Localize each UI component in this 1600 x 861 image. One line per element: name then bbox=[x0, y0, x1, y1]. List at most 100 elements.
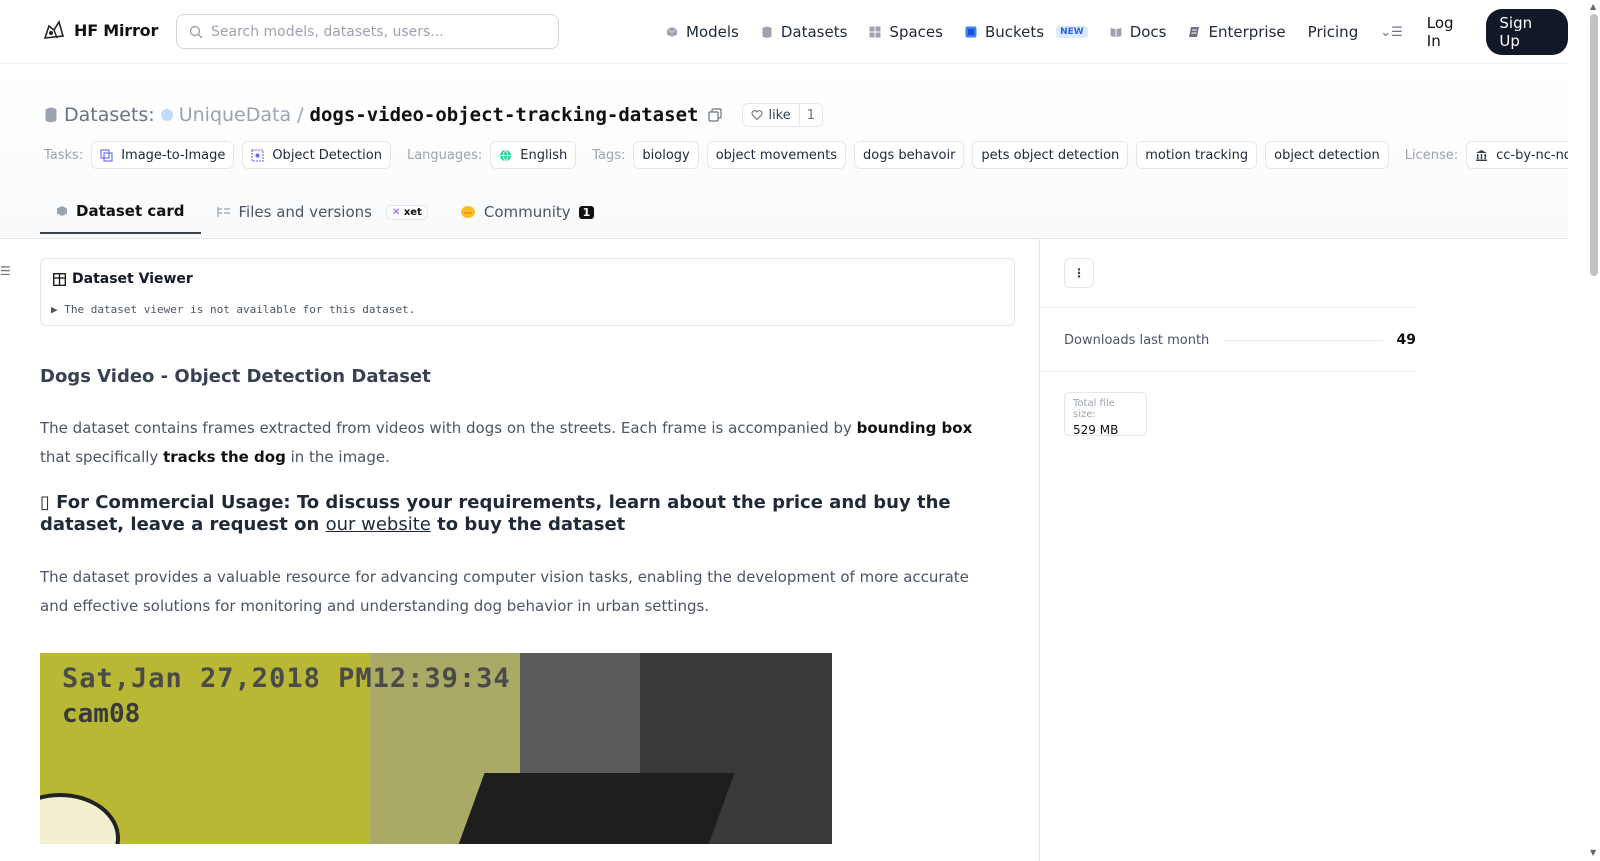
search-input[interactable]: Search models, datasets, users... bbox=[176, 14, 559, 49]
languages-label: Languages: bbox=[406, 147, 483, 163]
nav-buckets-label: Buckets bbox=[984, 23, 1045, 41]
viewer-unavailable-message[interactable]: ▶ The dataset viewer is not available fo… bbox=[51, 303, 415, 316]
globe-icon bbox=[500, 149, 512, 162]
like-button[interactable]: like 1 bbox=[742, 103, 824, 127]
p1-text-d: in the image. bbox=[285, 448, 390, 466]
new-badge: NEW bbox=[1056, 26, 1088, 38]
tab-dataset-card[interactable]: Dataset card bbox=[40, 190, 201, 234]
grid-icon bbox=[869, 26, 881, 38]
scroll-up-icon[interactable]: ▲ bbox=[1590, 2, 1596, 11]
scrollbar-thumb[interactable] bbox=[1590, 14, 1598, 276]
image-to-image-icon bbox=[100, 148, 113, 162]
table-icon bbox=[53, 272, 66, 286]
community-icon bbox=[460, 206, 475, 218]
org-avatar bbox=[160, 109, 173, 121]
section-label: Datasets: bbox=[64, 104, 155, 126]
signup-button[interactable]: Sign Up bbox=[1486, 9, 1568, 55]
tab-community[interactable]: Community 1 bbox=[444, 190, 610, 234]
file-size-value: 529 MB bbox=[1073, 423, 1119, 437]
search-icon bbox=[189, 25, 203, 38]
enterprise-icon bbox=[1189, 27, 1200, 37]
language-label: English bbox=[520, 147, 568, 163]
xet-label: xet bbox=[403, 206, 422, 218]
heart-icon bbox=[751, 110, 763, 121]
divider bbox=[1040, 307, 1416, 308]
more-menu-icon[interactable]: ⌄☰ bbox=[1380, 25, 1403, 40]
nav-spaces[interactable]: Spaces bbox=[869, 23, 943, 41]
org-name: UniqueData bbox=[178, 104, 292, 126]
login-link[interactable]: Log In bbox=[1427, 14, 1471, 50]
scroll-down-icon[interactable]: ▼ bbox=[1590, 848, 1596, 857]
divider bbox=[1040, 371, 1416, 372]
nav-docs[interactable]: Docs bbox=[1110, 23, 1167, 41]
task-tag-object-detection[interactable]: Object Detection bbox=[242, 141, 391, 169]
database-icon bbox=[762, 26, 772, 38]
repo-tabs: Dataset card Files and versions ✕ xet Co… bbox=[40, 190, 610, 238]
tag-biology[interactable]: biology bbox=[633, 141, 699, 169]
downloads-label: Downloads last month bbox=[1064, 332, 1210, 348]
repo-name[interactable]: dogs-video-object-tracking-dataset bbox=[310, 104, 699, 126]
right-sidebar: ⋮ Downloads last month 49 Total file siz… bbox=[1039, 238, 1568, 861]
dataset-viewer-box: Dataset Viewer ▶ The dataset viewer is n… bbox=[40, 258, 1015, 326]
card-paragraph-1: The dataset contains frames extracted fr… bbox=[40, 414, 980, 472]
dataset-sample-image: Sat,Jan 27,2018 PM12:39:34 cam08 bbox=[40, 653, 832, 844]
p1-text-a: The dataset contains frames extracted fr… bbox=[40, 419, 857, 437]
breadcrumb: Datasets: UniqueData / dogs-video-object… bbox=[44, 103, 824, 127]
tag-motion-tracking[interactable]: motion tracking bbox=[1136, 141, 1258, 169]
like-label: like bbox=[768, 107, 791, 123]
tag-dogs-behavoir[interactable]: dogs behavoir bbox=[854, 141, 965, 169]
nav-models[interactable]: Models bbox=[666, 23, 739, 41]
search-placeholder: Search models, datasets, users... bbox=[211, 23, 444, 40]
more-options-button[interactable]: ⋮ bbox=[1064, 258, 1094, 288]
nav-buckets[interactable]: Buckets NEW bbox=[965, 23, 1088, 41]
toc-toggle-icon[interactable]: ☰ bbox=[0, 264, 11, 278]
task-tag-image-to-image[interactable]: Image-to-Image bbox=[91, 141, 235, 169]
tab-label: Dataset card bbox=[76, 202, 185, 220]
language-tag-english[interactable]: English bbox=[490, 141, 577, 169]
top-navbar: HF Mirror Search models, datasets, users… bbox=[0, 0, 1568, 64]
nav-spaces-label: Spaces bbox=[889, 23, 943, 41]
p1-text-c: that specifically bbox=[40, 448, 164, 466]
page-scrollbar[interactable]: ▲ ▼ bbox=[1568, 0, 1600, 861]
card-title: Dogs Video - Object Detection Dataset bbox=[40, 366, 431, 387]
nav-enterprise-label: Enterprise bbox=[1208, 23, 1286, 41]
bank-icon bbox=[1476, 149, 1488, 161]
files-icon bbox=[216, 207, 230, 217]
dataset-viewer-title: Dataset Viewer bbox=[53, 271, 193, 287]
downloads-value: 49 bbox=[1396, 332, 1416, 348]
viewer-title-text: Dataset Viewer bbox=[72, 271, 193, 287]
nav-pricing[interactable]: Pricing bbox=[1308, 23, 1359, 41]
tag-pets-object-detection[interactable]: pets object detection bbox=[972, 141, 1129, 169]
tasks-label: Tasks: bbox=[44, 147, 84, 163]
commercial-heading: ▯ For Commercial Usage: To discuss your … bbox=[40, 492, 970, 536]
p1-bold-2: tracks the dog bbox=[163, 448, 286, 466]
task-label: Image-to-Image bbox=[121, 147, 226, 163]
database-icon bbox=[45, 107, 57, 123]
brand-link[interactable]: HF Mirror bbox=[42, 18, 158, 42]
image-camera-label: cam08 bbox=[62, 699, 141, 729]
license-label: License: bbox=[1404, 147, 1459, 163]
nav-enterprise[interactable]: Enterprise bbox=[1188, 23, 1286, 41]
card-paragraph-2: The dataset provides a valuable resource… bbox=[40, 568, 969, 615]
h2-text-b: to buy the dataset bbox=[430, 514, 626, 535]
cube-icon bbox=[666, 27, 678, 37]
website-link[interactable]: our website bbox=[326, 514, 431, 535]
nav-docs-label: Docs bbox=[1129, 23, 1167, 41]
nav-datasets-label: Datasets bbox=[780, 23, 848, 41]
hf-logo-icon bbox=[43, 20, 65, 39]
tab-files-and-versions[interactable]: Files and versions ✕ xet bbox=[201, 190, 444, 234]
cube-icon bbox=[57, 206, 67, 216]
tag-object-detection[interactable]: object detection bbox=[1265, 141, 1389, 169]
downloads-stat: Downloads last month 49 bbox=[1064, 332, 1416, 348]
xet-badge: ✕ xet bbox=[385, 204, 428, 220]
nav-pricing-label: Pricing bbox=[1307, 23, 1359, 41]
brand-name: HF Mirror bbox=[74, 20, 159, 40]
tags-label: Tags: bbox=[592, 147, 626, 163]
nav-datasets[interactable]: Datasets bbox=[761, 23, 848, 41]
tag-object-movements[interactable]: object movements bbox=[706, 141, 846, 169]
nav-models-label: Models bbox=[686, 23, 739, 41]
copy-icon[interactable] bbox=[708, 108, 723, 122]
path-separator: / bbox=[297, 104, 304, 126]
org-link[interactable]: UniqueData bbox=[160, 104, 292, 126]
viewer-message-text: The dataset viewer is not available for … bbox=[64, 303, 416, 316]
